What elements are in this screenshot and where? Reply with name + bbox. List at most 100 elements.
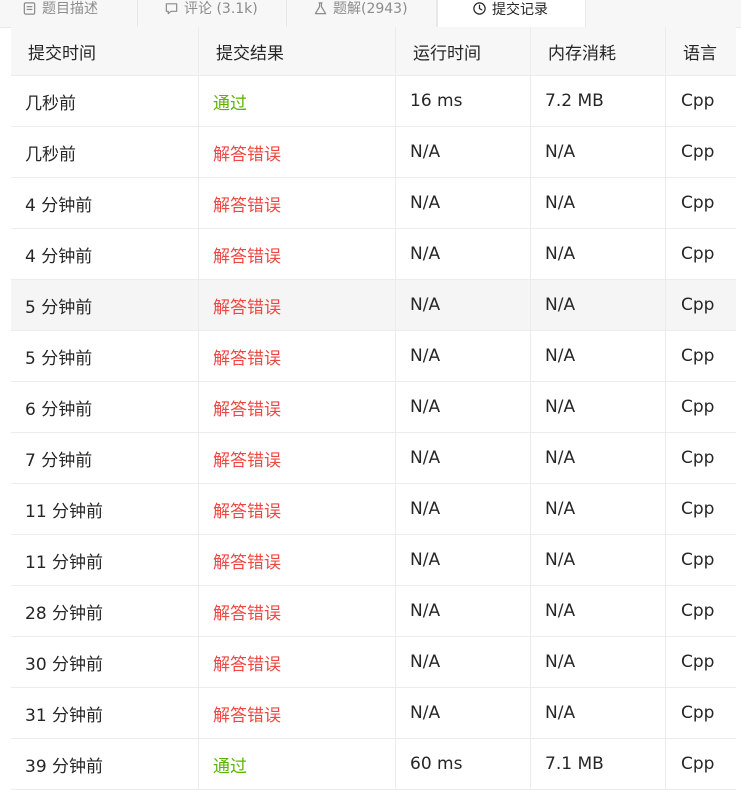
language: Cpp [681, 295, 715, 315]
submit-time: 5 分钟前 [11, 331, 199, 381]
memory: 7.2 MB [531, 76, 666, 126]
table-row: 28 分钟前 解答错误 N/A N/A Cpp [11, 586, 736, 637]
language: Cpp [681, 193, 715, 213]
header-submit-time: 提交时间 [11, 27, 199, 75]
language: Cpp [681, 244, 715, 264]
submit-time: 11 分钟前 [11, 484, 199, 534]
runtime: N/A [396, 127, 531, 177]
runtime: N/A [396, 688, 531, 738]
header-language: 语言 [683, 43, 717, 64]
result-link[interactable]: 解答错误 [199, 586, 396, 636]
submit-time: 几秒前 [11, 76, 199, 126]
language: Cpp [681, 601, 715, 621]
language: Cpp [681, 550, 715, 570]
runtime: N/A [396, 331, 531, 381]
submit-time: 6 分钟前 [11, 382, 199, 432]
table-row: 11 分钟前 解答错误 N/A N/A Cpp [11, 535, 736, 586]
table-row: 11 分钟前 解答错误 N/A N/A Cpp [11, 484, 736, 535]
table-row: 31 分钟前 解答错误 N/A N/A Cpp [11, 688, 736, 739]
tab-description-label: 题目描述 [42, 1, 98, 17]
table-row: 39 分钟前 通过 60 ms 7.1 MB Cpp [11, 739, 736, 790]
result-link[interactable]: 解答错误 [199, 127, 396, 177]
language: Cpp [681, 346, 715, 366]
result-link[interactable]: 解答错误 [199, 688, 396, 738]
memory: N/A [531, 178, 666, 228]
memory: N/A [531, 484, 666, 534]
language: Cpp [681, 448, 715, 468]
submit-time: 7 分钟前 [11, 433, 199, 483]
language: Cpp [681, 91, 715, 111]
tab-description[interactable]: 题目描述 [0, 0, 138, 27]
result-link[interactable]: 解答错误 [199, 535, 396, 585]
header-memory: 内存消耗 [531, 27, 666, 75]
submit-time: 31 分钟前 [11, 688, 199, 738]
table-row: 4 分钟前 解答错误 N/A N/A Cpp [11, 229, 736, 280]
result-link[interactable]: 解答错误 [199, 229, 396, 279]
language: Cpp [681, 754, 715, 774]
result-link[interactable]: 解答错误 [199, 484, 396, 534]
memory: N/A [531, 586, 666, 636]
runtime: N/A [396, 178, 531, 228]
submit-time: 28 分钟前 [11, 586, 199, 636]
runtime: N/A [396, 280, 531, 330]
tab-comments[interactable]: 评论 (3.1k) [138, 0, 287, 27]
table-row: 30 分钟前 解答错误 N/A N/A Cpp [11, 637, 736, 688]
result-link[interactable]: 解答错误 [199, 382, 396, 432]
memory: N/A [531, 331, 666, 381]
runtime: N/A [396, 637, 531, 687]
memory: N/A [531, 433, 666, 483]
result-link[interactable]: 通过 [199, 739, 396, 789]
language: Cpp [681, 652, 715, 672]
runtime: N/A [396, 535, 531, 585]
table-row: 4 分钟前 解答错误 N/A N/A Cpp [11, 178, 736, 229]
tab-solutions-label: 题解(2943) [333, 1, 408, 17]
memory: N/A [531, 280, 666, 330]
document-icon [23, 1, 36, 15]
flask-icon [314, 1, 327, 14]
runtime: N/A [396, 382, 531, 432]
result-link[interactable]: 通过 [199, 76, 396, 126]
runtime: N/A [396, 433, 531, 483]
tab-submissions-label: 提交记录 [492, 1, 548, 18]
runtime: N/A [396, 586, 531, 636]
result-link[interactable]: 解答错误 [199, 280, 396, 330]
header-submit-result: 提交结果 [199, 27, 396, 75]
language: Cpp [681, 703, 715, 723]
clock-icon [473, 2, 486, 15]
runtime: N/A [396, 484, 531, 534]
submit-time: 11 分钟前 [11, 535, 199, 585]
memory: N/A [531, 688, 666, 738]
header-runtime: 运行时间 [396, 27, 531, 75]
runtime: 16 ms [396, 76, 531, 126]
tab-submissions[interactable]: 提交记录 [437, 0, 586, 27]
result-link[interactable]: 解答错误 [199, 637, 396, 687]
language: Cpp [681, 397, 715, 417]
table-row: 5 分钟前 解答错误 N/A N/A Cpp [11, 331, 736, 382]
tab-comments-label: 评论 (3.1k) [184, 1, 258, 17]
runtime: N/A [396, 229, 531, 279]
submit-time: 39 分钟前 [11, 739, 199, 789]
submit-time: 30 分钟前 [11, 637, 199, 687]
language: Cpp [681, 142, 715, 162]
result-link[interactable]: 解答错误 [199, 178, 396, 228]
table-header: 提交时间 提交结果 运行时间 内存消耗 语言 [11, 27, 736, 76]
submit-time: 5 分钟前 [11, 280, 199, 330]
memory: N/A [531, 535, 666, 585]
table-row: 几秒前 通过 16 ms 7.2 MB Cpp [11, 76, 736, 127]
memory: N/A [531, 229, 666, 279]
tab-bar: 题目描述 评论 (3.1k) 题解(2943) 提交记录 [0, 0, 741, 28]
memory: N/A [531, 382, 666, 432]
tab-solutions[interactable]: 题解(2943) [287, 0, 437, 27]
table-row: 5 分钟前 解答错误 N/A N/A Cpp [11, 280, 736, 331]
memory: 7.1 MB [531, 739, 666, 789]
table-row: 几秒前 解答错误 N/A N/A Cpp [11, 127, 736, 178]
language: Cpp [681, 499, 715, 519]
submit-time: 4 分钟前 [11, 178, 199, 228]
result-link[interactable]: 解答错误 [199, 433, 396, 483]
comment-icon [165, 2, 178, 14]
table-row: 6 分钟前 解答错误 N/A N/A Cpp [11, 382, 736, 433]
result-link[interactable]: 解答错误 [199, 331, 396, 381]
submissions-table: 提交时间 提交结果 运行时间 内存消耗 语言 几秒前 通过 16 ms 7.2 … [11, 27, 736, 790]
runtime: 60 ms [396, 739, 531, 789]
table-row: 7 分钟前 解答错误 N/A N/A Cpp [11, 433, 736, 484]
